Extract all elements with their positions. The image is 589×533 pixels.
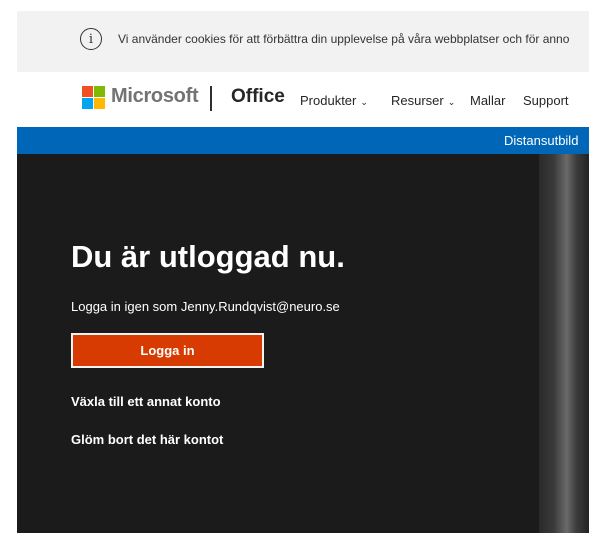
announcement-link[interactable]: Distansutbild — [504, 133, 578, 148]
announcement-bar: Distansutbild — [17, 127, 589, 154]
cookie-banner-text: Vi använder cookies för att förbättra di… — [118, 32, 570, 46]
site-header: Microsoft Office Produkter ⌄ Resurser ⌄ Ma… — [17, 72, 589, 127]
signed-out-account-text: Logga in igen som Jenny.Rundqvist@neuro.… — [71, 299, 340, 314]
sign-in-button[interactable]: Logga in — [71, 333, 264, 368]
nav-item-label: Produkter — [300, 93, 357, 108]
hero-image — [539, 154, 589, 533]
nav-item-label: Resurser — [391, 93, 444, 108]
signed-out-hero: Du är utloggad nu. Logga in igen som Jen… — [17, 154, 589, 533]
chevron-down-icon: ⌄ — [447, 97, 456, 107]
product-name[interactable]: Office — [231, 86, 285, 108]
nav-item-produkter[interactable]: Produkter ⌄ — [300, 93, 368, 108]
cookie-banner: i Vi använder cookies för att förbättra … — [17, 11, 589, 72]
brand-name[interactable]: Microsoft — [111, 85, 199, 108]
info-icon: i — [80, 28, 102, 50]
switch-account-link[interactable]: Växla till ett annat konto — [71, 394, 221, 409]
nav-item-resurser[interactable]: Resurser ⌄ — [391, 93, 455, 108]
nav-item-support[interactable]: Support — [523, 93, 569, 108]
microsoft-logo-icon[interactable] — [82, 86, 105, 109]
nav-item-label: Mallar — [470, 93, 506, 108]
nav-item-label: Support — [523, 93, 569, 108]
forget-account-link[interactable]: Glöm bort det här kontot — [71, 432, 223, 447]
header-divider — [210, 86, 212, 111]
chevron-down-icon: ⌄ — [360, 97, 368, 107]
nav-item-mallar[interactable]: Mallar — [470, 93, 505, 108]
browser-viewport: i Vi använder cookies för att förbättra … — [17, 11, 589, 533]
page-title: Du är utloggad nu. — [71, 239, 345, 274]
